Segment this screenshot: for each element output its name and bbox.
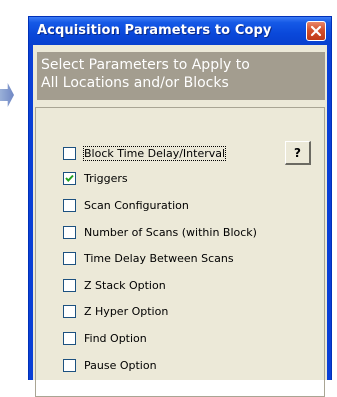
option-label: Number of Scans (within Block)	[84, 225, 257, 239]
option-scan-configuration[interactable]: Scan Configuration	[63, 198, 189, 212]
instruction-line-1: Select Parameters to Apply to	[41, 57, 250, 73]
option-label: Block Time Delay/Interval	[82, 145, 227, 161]
option-checkbox[interactable]	[63, 171, 76, 185]
dialog-window: Acquisition Parameters to Copy Select Pa…	[28, 16, 332, 397]
option-number-of-scans[interactable]: Number of Scans (within Block)	[63, 225, 257, 239]
dialog-client-area: Select Parameters to Apply to All Locati…	[33, 45, 327, 397]
option-checkbox[interactable]	[63, 278, 76, 292]
option-checkbox[interactable]	[63, 146, 76, 160]
option-label: Z Hyper Option	[84, 304, 169, 318]
option-checkbox[interactable]	[63, 304, 76, 318]
instruction-header: Select Parameters to Apply to All Locati…	[37, 52, 325, 100]
option-label: Scan Configuration	[84, 198, 189, 212]
option-find[interactable]: Find Option	[63, 331, 147, 345]
window-title: Acquisition Parameters to Copy	[37, 23, 272, 38]
option-label: Find Option	[84, 331, 147, 345]
checkmark-icon	[65, 174, 74, 182]
pointer-arrow-icon	[0, 83, 14, 107]
close-button[interactable]	[306, 21, 326, 41]
option-block-time-delay[interactable]: Block Time Delay/Interval	[63, 145, 227, 161]
option-z-hyper[interactable]: Z Hyper Option	[63, 304, 168, 318]
option-label: Triggers	[84, 171, 128, 185]
option-triggers[interactable]: Triggers	[63, 171, 128, 185]
option-label: Z Stack Option	[84, 278, 166, 292]
option-time-delay-between-scans[interactable]: Time Delay Between Scans	[63, 251, 234, 265]
option-checkbox[interactable]	[63, 198, 76, 212]
option-checkbox[interactable]	[63, 251, 76, 265]
option-checkbox[interactable]	[63, 225, 76, 239]
instruction-line-2: All Locations and/or Blocks	[41, 75, 229, 91]
option-checkbox[interactable]	[63, 358, 76, 372]
option-checkbox[interactable]	[63, 331, 76, 345]
option-label: Pause Option	[84, 358, 157, 372]
close-x-icon	[310, 25, 322, 37]
title-bar[interactable]: Acquisition Parameters to Copy	[29, 17, 331, 45]
option-pause[interactable]: Pause Option	[63, 358, 157, 372]
help-button[interactable]: ?	[285, 141, 311, 165]
option-label: Time Delay Between Scans	[84, 251, 234, 265]
option-z-stack[interactable]: Z Stack Option	[63, 278, 166, 292]
